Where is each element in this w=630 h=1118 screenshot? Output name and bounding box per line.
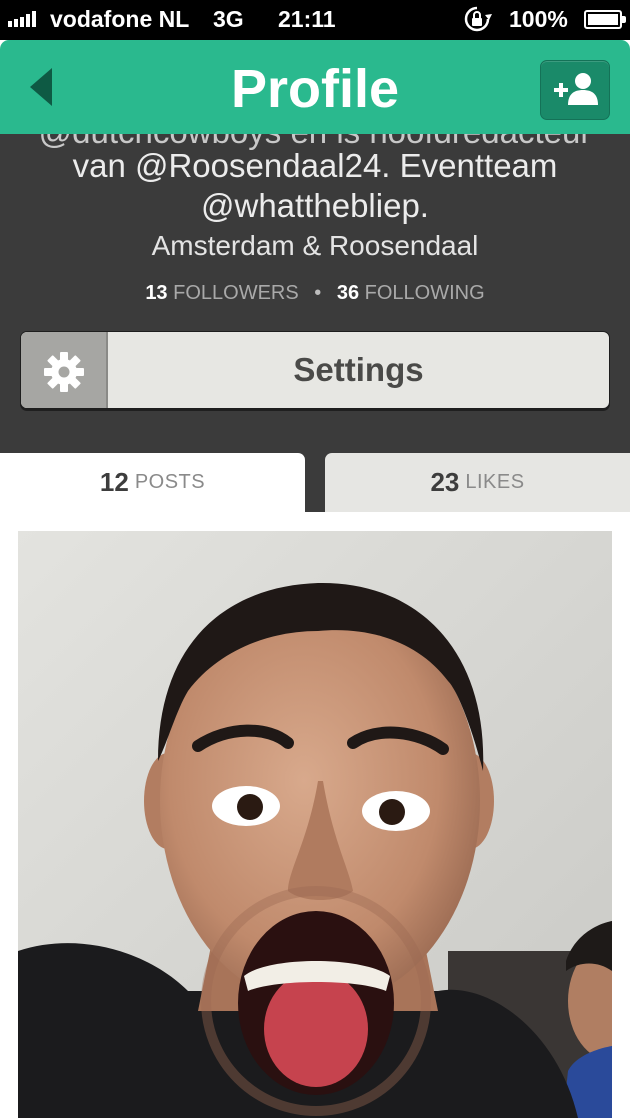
network-type: 3G [213, 6, 244, 32]
tab-posts[interactable]: 12 POSTS [0, 453, 305, 512]
settings-button[interactable]: Settings [20, 331, 610, 409]
likes-count: 23 [430, 467, 460, 497]
posts-label: POSTS [134, 471, 206, 493]
followers-count: 13 [145, 282, 168, 304]
likes-label: LIKES [465, 471, 525, 493]
signal-strength-icon [8, 11, 36, 27]
following-count: 36 [336, 282, 360, 304]
nav-header: Profile [0, 40, 630, 134]
bio-text: van @Roosendaal24. Eventteam [72, 147, 558, 184]
video-frame-image [18, 531, 612, 1118]
battery-icon [584, 10, 626, 29]
follow-stats: 13 FOLLOWERS • 36 FOLLOWING [0, 280, 630, 306]
posts-count: 12 [99, 467, 129, 497]
separator: • [314, 282, 322, 304]
settings-icon-box [21, 332, 108, 408]
post-video-thumbnail[interactable] [18, 531, 612, 1118]
battery-percentage: 100% [509, 6, 568, 32]
gear-icon [44, 352, 84, 392]
add-friends-icon [554, 73, 598, 105]
rotation-lock-icon [464, 6, 492, 32]
settings-label: Settings [293, 351, 424, 388]
followers-link[interactable]: 13 FOLLOWERS [145, 282, 298, 304]
find-friends-button[interactable] [540, 60, 610, 120]
following-label: FOLLOWING [364, 282, 485, 304]
status-bar: vodafone NL 3G 21:11 100% [0, 0, 630, 40]
tab-likes[interactable]: 23 LIKES [325, 453, 630, 512]
followers-label: FOLLOWERS [173, 282, 299, 304]
bio-text: @whatthebliep. [201, 187, 429, 224]
clock: 21:11 [278, 6, 336, 32]
location: Amsterdam & Roosendaal [151, 230, 479, 261]
carrier-name: vodafone NL [50, 6, 190, 32]
following-link[interactable]: 36 FOLLOWING [337, 282, 485, 304]
page-title: Profile [230, 59, 400, 119]
